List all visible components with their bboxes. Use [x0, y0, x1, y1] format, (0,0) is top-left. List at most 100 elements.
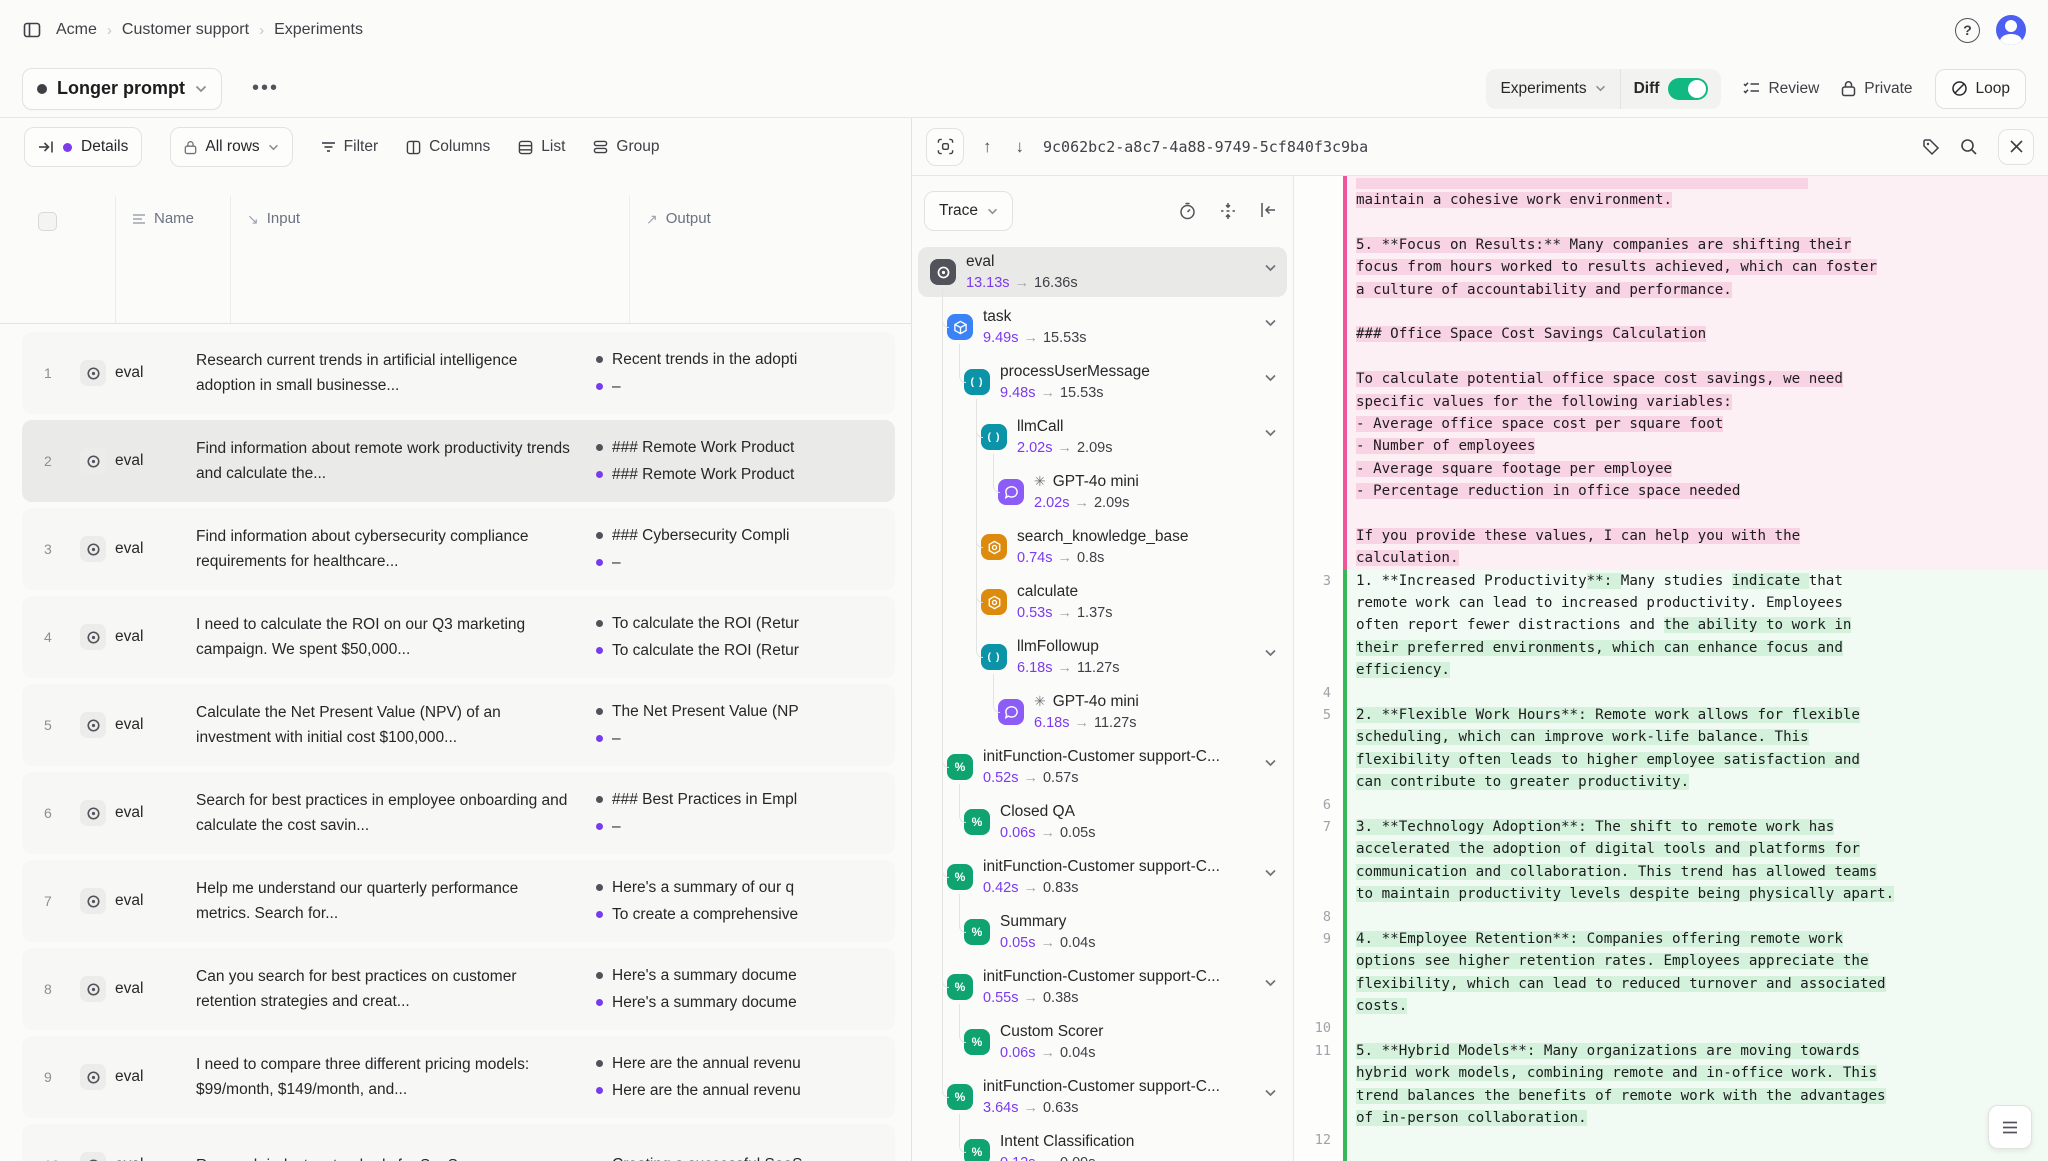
breadcrumb-project[interactable]: Customer support [122, 21, 249, 39]
filter-button[interactable]: Filter [321, 138, 378, 156]
output-bullet [596, 444, 603, 451]
trace-span[interactable]: %Custom Scorer0.06s→0.04s [918, 1017, 1287, 1067]
diff-line: 94. **Employee Retention**: Companies of… [1294, 928, 2048, 950]
chevron-down-icon[interactable] [1264, 264, 1277, 272]
chevron-down-icon[interactable] [1264, 429, 1277, 437]
row-output: The Net Present Value (NP– [596, 703, 895, 748]
span-durations: 2.02s→2.09s [1017, 438, 1112, 458]
table-row[interactable]: 1 evalResearch current trends in artific… [22, 332, 895, 414]
breadcrumb-section[interactable]: Experiments [274, 21, 363, 39]
trace-view-dropdown[interactable]: Trace [924, 191, 1013, 231]
list-button[interactable]: List [518, 138, 565, 156]
table-body: 1 evalResearch current trends in artific… [0, 332, 911, 1161]
group-button[interactable]: Group [593, 138, 659, 156]
target-icon [86, 894, 101, 909]
diff-line: calculation. [1294, 547, 2048, 569]
trace-span[interactable]: search_knowledge_base0.74s→0.8s [918, 522, 1287, 572]
chevron-down-icon[interactable] [1264, 649, 1277, 657]
table-row[interactable]: 5 evalCalculate the Net Present Value (N… [22, 684, 895, 766]
experiments-dropdown[interactable]: Experiments [1486, 80, 1619, 98]
tag-icon[interactable] [1922, 138, 1940, 156]
chevron-down-icon[interactable] [1264, 1089, 1277, 1097]
all-rows-dropdown[interactable]: All rows [170, 127, 292, 167]
trace-span[interactable]: ( )llmFollowup6.18s→11.27s [918, 632, 1287, 682]
line-number [1294, 256, 1343, 278]
line-number [1294, 838, 1343, 860]
chevron-down-icon[interactable] [1264, 869, 1277, 877]
column-header-output[interactable]: ↗ Output [629, 196, 911, 323]
close-panel-button[interactable] [1998, 129, 2034, 165]
percent-icon: % [955, 980, 966, 994]
table-row[interactable]: 3 evalFind information about cybersecuri… [22, 508, 895, 590]
chevron-down-icon[interactable] [1264, 759, 1277, 767]
percent-icon: % [955, 870, 966, 884]
trace-span[interactable]: ✳GPT-4o mini6.18s→11.27s [918, 687, 1287, 737]
diff-line: communication and collaboration. This tr… [1294, 861, 2048, 883]
private-button[interactable]: Private [1841, 80, 1912, 98]
diff-label: Diff [1634, 80, 1660, 98]
table-row[interactable]: 6 evalSearch for best practices in emplo… [22, 772, 895, 854]
search-icon[interactable] [1960, 138, 1978, 156]
openai-icon: ✳ [1034, 690, 1046, 713]
eval-icon [80, 448, 106, 474]
more-options-button[interactable]: ••• [244, 73, 287, 104]
text-wrap-button[interactable] [1988, 1105, 2032, 1149]
sidebar-toggle-icon[interactable] [22, 20, 42, 40]
trace-span[interactable]: ( )processUserMessage9.48s→15.53s [918, 357, 1287, 407]
chevron-down-icon[interactable] [1264, 979, 1277, 987]
breadcrumb-org[interactable]: Acme [56, 21, 97, 39]
trace-span[interactable]: ( )llmCall2.02s→2.09s [918, 412, 1287, 462]
line-number [1294, 1062, 1343, 1084]
expected-bullet [596, 1087, 603, 1094]
table-row[interactable]: 4 evalI need to calculate the ROI on our… [22, 596, 895, 678]
help-icon[interactable]: ? [1955, 18, 1980, 43]
diff-line: options see higher retention rates. Empl… [1294, 950, 2048, 972]
trace-span[interactable]: %Summary0.05s→0.04s [918, 907, 1287, 957]
table-row[interactable]: 9 evalI need to compare three different … [22, 1036, 895, 1118]
previous-row-button[interactable]: ↑ [978, 137, 997, 157]
table-row[interactable]: 8 evalCan you search for best practices … [22, 948, 895, 1030]
diff-line: scheduling, which can improve work-life … [1294, 726, 2048, 748]
chevron-down-icon[interactable] [1264, 374, 1277, 382]
trace-span[interactable]: %Closed QA0.06s→0.05s [918, 797, 1287, 847]
next-row-button[interactable]: ↓ [1011, 137, 1030, 157]
column-header-name[interactable]: Name [115, 196, 230, 323]
eval-icon [80, 712, 106, 738]
table-row[interactable]: 7 evalHelp me understand our quarterly p… [22, 860, 895, 942]
target-icon [86, 454, 101, 469]
chevron-down-icon[interactable] [1264, 319, 1277, 327]
trace-span[interactable]: %initFunction-Customer support-C...0.42s… [918, 852, 1287, 902]
columns-button[interactable]: Columns [406, 138, 490, 156]
diff-line [1294, 346, 2048, 368]
trace-span[interactable]: %initFunction-Customer support-C...0.52s… [918, 742, 1287, 792]
table-row[interactable]: 2 evalFind information about remote work… [22, 420, 895, 502]
details-button[interactable]: Details [24, 127, 142, 167]
trace-span[interactable]: %initFunction-Customer support-C...3.64s… [918, 1072, 1287, 1122]
target-icon [86, 1158, 101, 1161]
scan-icon [937, 138, 954, 155]
select-all-checkbox[interactable] [38, 212, 57, 231]
collapse-vertical-icon[interactable] [1220, 202, 1236, 220]
trace-span[interactable]: eval13.13s→16.36s [918, 247, 1287, 297]
trace-span[interactable]: calculate0.53s→1.37s [918, 577, 1287, 627]
trace-span[interactable]: ✳GPT-4o mini2.02s→2.09s [918, 467, 1287, 517]
experiment-selector[interactable]: Longer prompt [22, 68, 222, 110]
collapse-panel-icon[interactable] [1260, 202, 1277, 220]
column-header-input[interactable]: ↘ Input [230, 196, 629, 323]
trace-span[interactable]: task9.49s→15.53s [918, 302, 1287, 352]
span-durations: 9.49s→15.53s [983, 328, 1087, 348]
focus-trace-button[interactable] [926, 128, 964, 166]
review-button[interactable]: Review [1743, 80, 1819, 98]
timer-icon[interactable] [1179, 202, 1196, 220]
row-output: Here's a summary documeHere's a summary … [596, 967, 895, 1012]
columns-icon [406, 140, 421, 155]
table-row[interactable]: 10 evalResearch industry standards for S… [22, 1124, 895, 1161]
loop-button[interactable]: Loop [1935, 69, 2026, 109]
trace-span[interactable]: %Intent Classification0.12s→0.09s [918, 1127, 1287, 1161]
trace-span[interactable]: %initFunction-Customer support-C...0.55s… [918, 962, 1287, 1012]
row-output: ### Remote Work Product### Remote Work P… [596, 439, 895, 484]
chat-icon [1004, 485, 1019, 500]
avatar[interactable] [1996, 15, 2026, 45]
diff-toggle[interactable] [1668, 78, 1708, 100]
percent-icon: % [972, 925, 983, 939]
